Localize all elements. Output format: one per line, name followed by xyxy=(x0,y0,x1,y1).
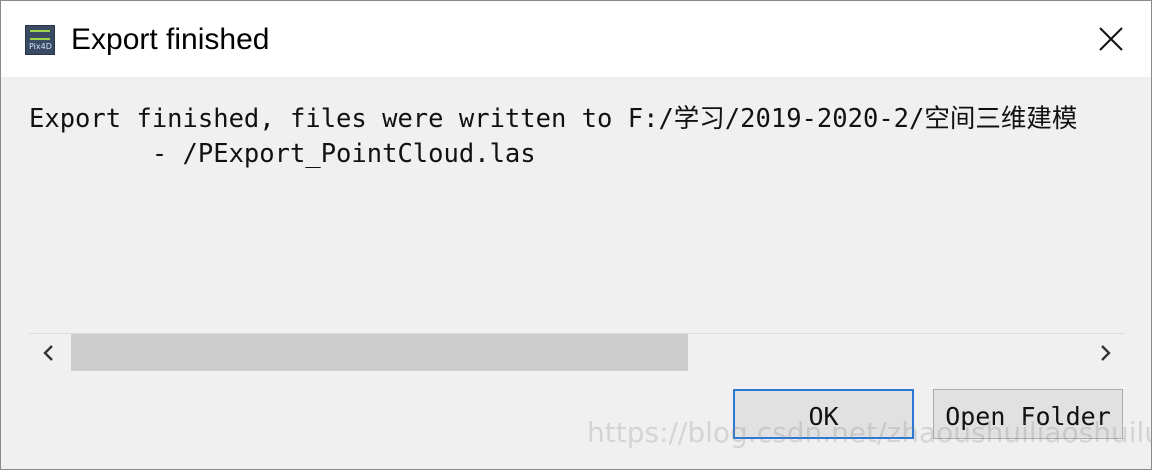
app-logo-text: Pix4D xyxy=(29,42,52,51)
message-line-1: Export finished, files were written to F… xyxy=(29,104,1078,134)
chevron-left-icon xyxy=(43,345,53,361)
scroll-right-button[interactable] xyxy=(1085,334,1125,372)
scroll-thumb[interactable] xyxy=(71,334,688,371)
dialog-body: Export finished, files were written to F… xyxy=(1,77,1152,469)
horizontal-scrollbar[interactable] xyxy=(29,333,1125,372)
open-folder-button[interactable]: Open Folder xyxy=(933,389,1123,439)
window-title: Export finished xyxy=(71,23,270,56)
export-dialog-window: Pix4D Export finished Export finished, f… xyxy=(0,0,1152,470)
title-bar: Pix4D Export finished xyxy=(1,1,1151,77)
close-button[interactable] xyxy=(1071,1,1151,77)
message-line-2: - /PExport_PointCloud.las xyxy=(29,139,536,169)
ok-button[interactable]: OK xyxy=(733,389,914,439)
chevron-right-icon xyxy=(1101,345,1111,361)
app-logo-icon: Pix4D xyxy=(25,25,55,55)
close-icon xyxy=(1099,27,1123,51)
scroll-left-button[interactable] xyxy=(29,334,69,372)
app-logo-lines xyxy=(30,30,50,40)
